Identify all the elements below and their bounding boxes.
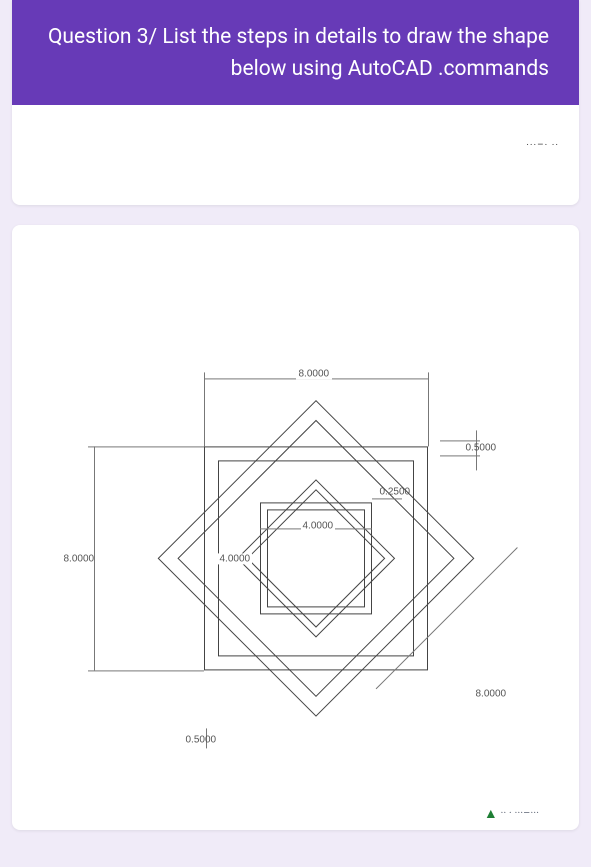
- dim-tick: [204, 372, 205, 446]
- dim-tick: [440, 440, 480, 441]
- question-header: Question 3/ List the steps in details to…: [12, 0, 579, 105]
- footer-annotation: ···–··· · ·· ▲: [478, 805, 539, 822]
- dim-tick: [428, 372, 429, 446]
- dim-left-8: 8.0000: [64, 553, 95, 564]
- dim-tick: [88, 670, 204, 671]
- dim-fillet-025: 0.2500: [380, 486, 411, 497]
- dim-tick: [372, 498, 402, 499]
- dim-top-8: 8.0000: [296, 368, 333, 379]
- footer-text: ···–··· · ··: [500, 806, 539, 819]
- question-text: Question 3/ List the steps in details to…: [48, 25, 549, 81]
- dim-mid-4: 4.0000: [301, 520, 336, 531]
- drawing-stage: 8.0000 0.5000 0.2500 4.0000 8.0000 4.000…: [36, 278, 556, 798]
- drawing-card: 8.0000 0.5000 0.2500 4.0000 8.0000 4.000…: [12, 225, 579, 830]
- dim-mid-left-4: 4.0000: [218, 553, 253, 564]
- dim-lower-05: 0.5000: [186, 734, 217, 745]
- dim-tick: [88, 446, 204, 447]
- dim-offset-05: 0.5000: [466, 442, 497, 453]
- upload-icon: ▲: [484, 805, 498, 822]
- dim-tick: [440, 455, 480, 456]
- question-card: Question 3/ List the steps in details to…: [12, 0, 579, 205]
- question-body: ···–· ··: [12, 105, 579, 205]
- body-annotation: ···–· ··: [526, 140, 559, 151]
- dim-diag-8: 8.0000: [476, 688, 507, 699]
